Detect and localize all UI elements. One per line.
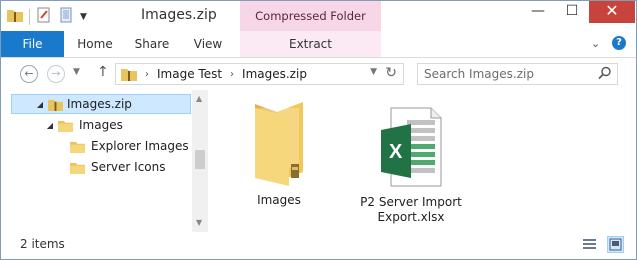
forward-button[interactable]: → — [47, 65, 65, 83]
folder-icon — [70, 161, 85, 174]
tree-item-label: Images — [79, 118, 123, 132]
scroll-up-icon[interactable]: ▲ — [196, 94, 202, 103]
maximize-button[interactable]: ☐ — [555, 1, 589, 23]
file-item-xlsx[interactable]: X P2 Server Import Export.xlsx — [359, 106, 463, 225]
tree-item-label: Images.zip — [67, 97, 132, 111]
up-button[interactable]: ↑ — [97, 64, 109, 80]
tree-item-label: Explorer Images — [91, 139, 189, 153]
scroll-down-icon[interactable]: ▼ — [196, 218, 202, 227]
item-count: 2 items — [20, 237, 65, 251]
zip-folder-icon — [7, 8, 23, 25]
expanded-arrow-icon[interactable]: ◢ — [34, 100, 46, 109]
tab-home[interactable]: Home — [67, 31, 123, 57]
properties-icon[interactable] — [36, 7, 52, 26]
tab-view[interactable]: View — [182, 31, 234, 57]
tab-extract[interactable]: Extract — [240, 31, 381, 57]
context-tab-group-label: Compressed Folder Tools — [240, 1, 381, 53]
title-bar: ▼ Images.zip Compressed Folder Tools — ☐… — [1, 1, 636, 53]
details-view-icon — [582, 239, 597, 255]
tree-item-images[interactable]: ◢ Images — [44, 115, 123, 135]
nav-pane-scrollbar[interactable]: ▲ ▼ — [192, 90, 208, 232]
tree-item-server-icons[interactable]: Server Icons — [68, 157, 166, 177]
navigation-bar: ← → ▼ ↑ › Image Test › Images.zip ▼ ↻ — [1, 58, 636, 90]
back-button[interactable]: ← — [20, 65, 38, 83]
help-icon[interactable]: ? — [612, 36, 626, 50]
minimize-button[interactable]: — — [521, 1, 555, 23]
navigation-pane: ◢ Images.zip ◢ Images Explorer Images Se… — [1, 90, 208, 232]
address-dropdown-icon[interactable]: ▼ — [370, 67, 377, 77]
folder-icon — [70, 140, 85, 153]
large-icons-view-button[interactable] — [607, 236, 624, 253]
tree-item-images-zip[interactable]: ◢ Images.zip — [11, 94, 191, 114]
tree-item-label: Server Icons — [91, 160, 166, 174]
breadcrumb-item[interactable]: Images.zip — [242, 67, 307, 81]
file-item-images-folder[interactable]: Images — [229, 98, 329, 208]
customize-quick-access-icon[interactable]: ▼ — [80, 12, 87, 22]
file-item-label-line2: Export.xlsx — [377, 210, 445, 224]
breadcrumb-item[interactable]: Image Test — [157, 67, 222, 81]
file-item-label: Images — [257, 193, 301, 207]
scrollbar-thumb[interactable] — [195, 150, 205, 169]
refresh-icon[interactable]: ↻ — [385, 65, 397, 81]
expand-ribbon-chevron-icon[interactable]: ⌄ — [591, 37, 600, 50]
details-view-button[interactable] — [581, 236, 598, 253]
explorer-window: ▼ Images.zip Compressed Folder Tools — ☐… — [0, 0, 637, 260]
tab-file[interactable]: File — [1, 31, 64, 57]
file-item-label-line1: P2 Server Import — [360, 195, 462, 209]
new-folder-icon[interactable] — [58, 7, 74, 26]
breadcrumb-separator-icon[interactable]: › — [230, 69, 234, 80]
address-bar[interactable]: › Image Test › Images.zip ▼ ↻ — [115, 63, 404, 85]
zip-folder-icon — [48, 98, 63, 111]
search-icon[interactable] — [598, 66, 612, 83]
file-list: Images X P2 Server Import Export.xlsx — [211, 90, 636, 232]
recent-locations-dropdown-icon[interactable]: ▼ — [73, 67, 80, 77]
search-box[interactable] — [417, 63, 618, 85]
quick-access-toolbar: ▼ — [7, 7, 87, 26]
large-icons-view-icon — [608, 238, 623, 255]
expanded-arrow-icon[interactable]: ◢ — [44, 121, 56, 130]
excel-file-icon: X — [379, 106, 443, 191]
search-input[interactable] — [424, 65, 594, 83]
tree-item-explorer-images[interactable]: Explorer Images — [68, 136, 189, 156]
ribbon-tabs: File Home Share View Extract ⌄ ? — [1, 31, 636, 58]
folder-icon — [58, 119, 73, 132]
zip-folder-icon — [121, 67, 137, 81]
large-folder-icon — [249, 98, 309, 189]
svg-text:X: X — [389, 141, 403, 163]
close-button[interactable]: ✕ — [589, 1, 635, 23]
window-title: Images.zip — [141, 7, 217, 23]
breadcrumb-separator-icon[interactable]: › — [145, 69, 149, 80]
status-bar: 2 items — [1, 233, 636, 259]
tab-share[interactable]: Share — [125, 31, 179, 57]
